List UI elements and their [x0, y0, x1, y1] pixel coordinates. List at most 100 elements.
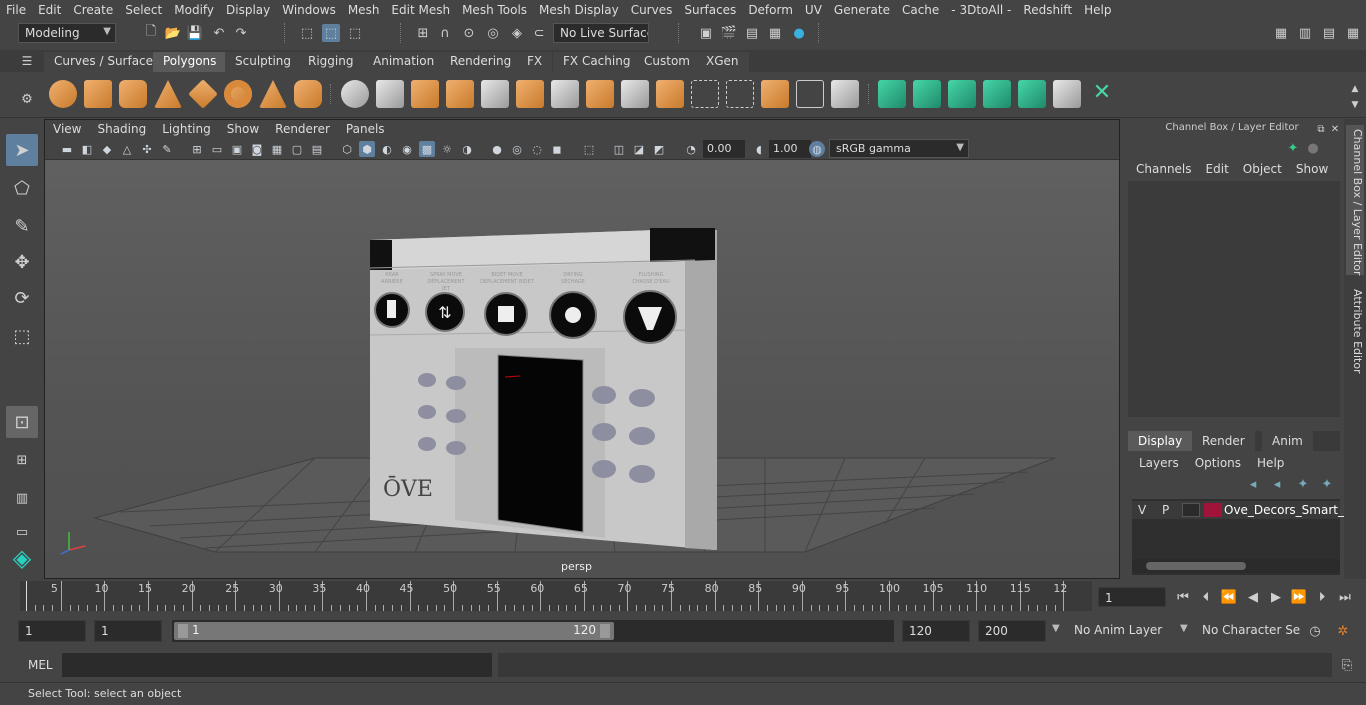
layout-single-icon[interactable]: ⊡ — [6, 406, 38, 438]
menu-cache[interactable]: Cache — [896, 3, 945, 17]
bridge-icon[interactable] — [586, 80, 614, 108]
workspace-icon[interactable]: ▦ — [1272, 24, 1290, 42]
xray-active-icon[interactable]: ◪ — [631, 141, 647, 157]
channel-box-toggle-icon[interactable]: ▦ — [1344, 24, 1362, 42]
menu-modify[interactable]: Modify — [168, 3, 220, 17]
anim-layer-dropdown[interactable]: ▼ No Anim Layer — [1052, 620, 1172, 642]
move-layer-up-icon[interactable]: ✦ — [1294, 475, 1312, 493]
channel-lock-icon[interactable]: ● — [1304, 139, 1322, 157]
open-scene-icon[interactable]: 📂 — [164, 24, 182, 42]
smooth-icon[interactable] — [411, 80, 439, 108]
tab-display[interactable]: Display — [1128, 431, 1193, 451]
menu-help[interactable]: Help — [1078, 3, 1117, 17]
panel-layout-icon[interactable]: ▥ — [1296, 24, 1314, 42]
hypershade-icon[interactable]: ● — [790, 24, 808, 42]
playback-start-field[interactable]: 1 — [94, 620, 162, 642]
exposure-field[interactable]: 0.00 — [703, 140, 745, 158]
snap-curve-icon[interactable]: ∩ — [436, 24, 454, 42]
grease-pencil-icon[interactable]: ✎ — [159, 141, 175, 157]
menu-redshift[interactable]: Redshift — [1017, 3, 1078, 17]
color-management-icon[interactable]: ◍ — [809, 141, 825, 157]
menu-uv[interactable]: UV — [799, 3, 828, 17]
safe-action-icon[interactable]: ▢ — [289, 141, 305, 157]
anti-alias-icon[interactable]: ◌ — [529, 141, 545, 157]
2d-pan-zoom-icon[interactable]: ✣ — [139, 141, 155, 157]
menu-display[interactable]: Display — [220, 3, 276, 17]
shelf-tab-sculpting[interactable]: Sculpting — [225, 52, 302, 72]
menu-create[interactable]: Create — [67, 3, 119, 17]
safe-title-icon[interactable]: ▤ — [309, 141, 325, 157]
shelf-tab-curves-surfaces[interactable]: Curves / Surfaces — [44, 52, 170, 72]
image-plane-icon[interactable]: △ — [119, 141, 135, 157]
auto-key-icon[interactable]: ◷ — [1306, 622, 1324, 640]
shelf-tab-fx-caching[interactable]: FX Caching — [553, 52, 641, 72]
lighting-icon[interactable]: ☼ — [439, 141, 455, 157]
snap-view-icon[interactable]: ◎ — [484, 24, 502, 42]
planar-map-icon[interactable] — [878, 80, 906, 108]
layout-two-icon[interactable]: ▥ — [6, 482, 38, 514]
current-frame-field[interactable]: 1 — [1098, 587, 1166, 607]
new-layer-selected-icon[interactable]: ◂ — [1268, 475, 1286, 493]
menu-options[interactable]: Options — [1195, 456, 1257, 470]
menu-help[interactable]: Help — [1257, 456, 1284, 470]
snap-point-icon[interactable]: ⊙ — [460, 24, 478, 42]
layer-display-type[interactable] — [1182, 503, 1200, 517]
menu-select[interactable]: Select — [119, 3, 168, 17]
textured-icon[interactable]: ◉ — [399, 141, 415, 157]
menu-layers[interactable]: Layers — [1139, 456, 1195, 470]
poly-sphere-icon[interactable] — [49, 80, 77, 108]
save-scene-icon[interactable]: 💾 — [186, 24, 204, 42]
viewport-menu-lighting[interactable]: Lighting — [154, 122, 219, 136]
menu-mesh[interactable]: Mesh — [342, 3, 386, 17]
poly-cylinder-icon[interactable] — [119, 80, 147, 108]
poly-cube-icon[interactable] — [84, 80, 112, 108]
combine-icon[interactable] — [341, 80, 369, 108]
poly-pyramid-icon[interactable] — [259, 80, 287, 108]
shelf-tab-xgen[interactable]: XGen — [696, 52, 749, 72]
character-set-dropdown[interactable]: ▼ No Character Set — [1180, 620, 1300, 642]
select-tool-icon[interactable]: ➤ — [6, 134, 38, 166]
time-ruler[interactable]: 5 10 15 20 25 30 35 40 45 50 55 60 65 70 75 80 85 90 95 100… — [20, 581, 1092, 611]
tab-channel-box[interactable]: Channel Box / Layer Editor — [1346, 125, 1364, 276]
tab-render[interactable]: Render — [1192, 431, 1255, 451]
poly-plane-icon[interactable] — [188, 79, 218, 109]
viewport-menu-show[interactable]: Show — [219, 122, 267, 136]
shelf-tab-fx[interactable]: FX — [517, 52, 553, 72]
poly-pipe-icon[interactable] — [294, 80, 322, 108]
exposure-icon[interactable]: ◔ — [683, 141, 699, 157]
channel-list[interactable] — [1128, 181, 1340, 417]
close-icon[interactable]: ✕ — [1326, 120, 1344, 138]
menu-file[interactable]: File — [0, 3, 32, 17]
make-live-icon[interactable]: ⊂ — [530, 24, 548, 42]
move-tool-icon[interactable]: ✥ — [6, 246, 38, 278]
scale-tool-icon[interactable]: ⬚ — [6, 320, 38, 352]
bevel-icon[interactable] — [516, 80, 544, 108]
rotate-tool-icon[interactable]: ⟳ — [6, 282, 38, 314]
go-to-end-icon[interactable]: ⏭ — [1336, 588, 1354, 606]
layer-visibility-toggle[interactable]: V — [1138, 503, 1146, 517]
move-layer-down-icon[interactable]: ✦ — [1318, 475, 1336, 493]
grid-icon[interactable]: ⊞ — [189, 141, 205, 157]
shelf-tab-rendering[interactable]: Rendering — [440, 52, 522, 72]
cylindrical-map-icon[interactable] — [913, 80, 941, 108]
motion-blur-icon[interactable]: ◎ — [509, 141, 525, 157]
script-language-label[interactable]: MEL — [28, 658, 53, 672]
camera-icon[interactable]: ◧ — [79, 141, 95, 157]
gear-icon[interactable]: ⚙ — [18, 90, 36, 108]
shelf-tab-animation[interactable]: Animation — [363, 52, 445, 72]
menu-deform[interactable]: Deform — [742, 3, 799, 17]
viewport-menu-panels[interactable]: Panels — [338, 122, 393, 136]
layer-playback-toggle[interactable]: P — [1162, 503, 1169, 517]
color-space-dropdown[interactable]: sRGB gamma ▼ — [829, 139, 969, 158]
range-slider-thumb[interactable]: 1 120 — [174, 622, 614, 640]
range-handle-left[interactable] — [178, 624, 188, 638]
snap-surface-icon[interactable]: ◈ — [508, 24, 526, 42]
attribute-editor-toggle-icon[interactable]: ▤ — [1320, 24, 1338, 42]
select-object-icon[interactable]: ⬚ — [322, 24, 340, 42]
viewport-menu-shading[interactable]: Shading — [89, 122, 154, 136]
viewport-menu-renderer[interactable]: Renderer — [267, 122, 338, 136]
film-gate-icon[interactable]: ▭ — [209, 141, 225, 157]
workspace-dropdown[interactable]: Modeling ▼ — [18, 23, 116, 43]
shelf-tab-polygons[interactable]: Polygons — [153, 52, 227, 72]
menu-mesh-display[interactable]: Mesh Display — [533, 3, 625, 17]
